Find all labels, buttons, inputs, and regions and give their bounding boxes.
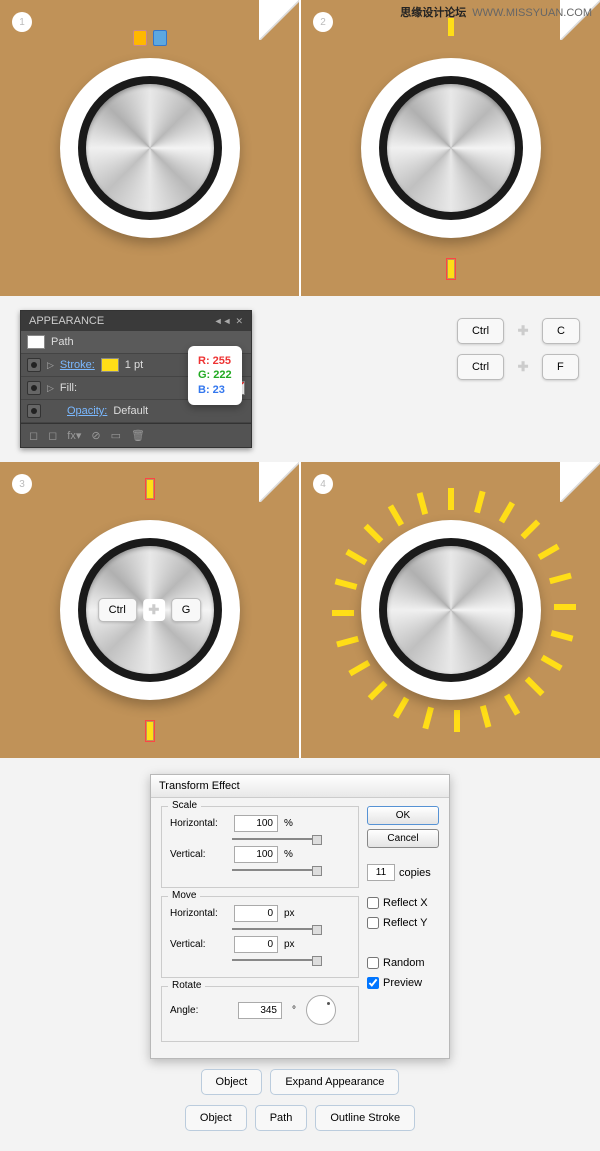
preview-checkbox[interactable]: [367, 977, 379, 989]
slider[interactable]: [232, 838, 322, 840]
move-v-input[interactable]: [234, 936, 278, 953]
step-number: 3: [12, 474, 32, 494]
clear-icon[interactable]: ⊘: [91, 429, 100, 442]
move-h-input[interactable]: [234, 905, 278, 922]
step-number: 4: [313, 474, 333, 494]
stroke-swatch[interactable]: [101, 358, 119, 372]
tick-top: [448, 18, 454, 36]
shortcut-keys: Ctrl ✚ C Ctrl ✚ F: [457, 318, 580, 390]
trash-icon[interactable]: 🗑: [131, 429, 145, 442]
envelope-icon: [153, 30, 167, 46]
angle-input[interactable]: [238, 1002, 282, 1019]
f-key[interactable]: F: [542, 354, 579, 380]
path-menu[interactable]: Path: [255, 1105, 308, 1131]
step-1: 1: [0, 0, 299, 296]
step-number: 1: [12, 12, 32, 32]
page-corner: [259, 0, 299, 40]
selection-icons: [133, 30, 167, 46]
slider[interactable]: [232, 869, 322, 871]
move-fieldset: Move Horizontal:px Vertical:px: [161, 896, 359, 978]
slider[interactable]: [232, 959, 322, 961]
tick-bottom: [448, 260, 454, 278]
scale-v-input[interactable]: [234, 846, 278, 863]
plus-icon: ✚: [512, 320, 534, 342]
expand-menu[interactable]: Expand Appearance: [270, 1069, 399, 1095]
rotate-fieldset: Rotate Angle:°: [161, 986, 359, 1042]
eye-icon[interactable]: [27, 404, 41, 418]
g-key[interactable]: G: [171, 598, 202, 622]
menu-row-2: Object Path Outline Stroke: [185, 1105, 415, 1131]
cancel-button[interactable]: Cancel: [367, 829, 439, 848]
reflect-y-checkbox[interactable]: [367, 917, 379, 929]
page-corner: [259, 462, 299, 502]
step-number: 2: [313, 12, 333, 32]
object-menu[interactable]: Object: [185, 1105, 247, 1131]
plus-icon: ✚: [143, 599, 165, 621]
dialog-title: Transform Effect: [151, 775, 449, 798]
step-grid-2: 3 Ctrl ✚ G 4: [0, 462, 600, 758]
step-3: 3 Ctrl ✚ G: [0, 462, 299, 758]
eye-icon[interactable]: [27, 358, 41, 372]
panel-footer: ◻ ◻ fx▾ ⊘ ▭ 🗑: [21, 423, 251, 447]
watermark: 思缘设计论坛WWW.MISSYUAN.COM: [400, 4, 592, 20]
bottom-section: Transform Effect Scale Horizontal:% Vert…: [0, 758, 600, 1151]
ctrl-key[interactable]: Ctrl: [98, 598, 137, 622]
ok-button[interactable]: OK: [367, 806, 439, 825]
plus-icon: ✚: [512, 356, 534, 378]
step-4: 4: [301, 462, 600, 758]
scale-fieldset: Scale Horizontal:% Vertical:%: [161, 806, 359, 888]
reflect-x-checkbox[interactable]: [367, 897, 379, 909]
copies-input[interactable]: [367, 864, 395, 881]
ctrl-key[interactable]: Ctrl: [457, 354, 504, 380]
chevron-icon[interactable]: ◄◄: [214, 316, 232, 327]
swatch-icon: [27, 335, 45, 349]
transform-dialog: Transform Effect Scale Horizontal:% Vert…: [150, 774, 450, 1059]
scale-h-input[interactable]: [234, 815, 278, 832]
step-grid: 1 2: [0, 0, 600, 296]
new-icon[interactable]: ◻: [29, 429, 38, 442]
panel-header[interactable]: APPEARANCE◄◄✕: [21, 311, 251, 331]
triangle-icon[interactable]: ▷: [47, 360, 54, 371]
slider[interactable]: [232, 928, 322, 930]
tick-bottom: [147, 722, 153, 740]
rgb-tooltip: R: 255G: 222B: 23: [188, 346, 242, 405]
eye-icon[interactable]: [27, 381, 41, 395]
page-corner: [560, 462, 600, 502]
tick-top: [147, 480, 153, 498]
dup-icon[interactable]: ◻: [48, 429, 57, 442]
step-2: 2: [301, 0, 600, 296]
menu-row-1: Object Expand Appearance: [201, 1069, 400, 1095]
triangle-icon[interactable]: ▷: [47, 383, 54, 394]
angle-dial[interactable]: [306, 995, 336, 1025]
ctrl-key[interactable]: Ctrl: [457, 318, 504, 344]
object-menu[interactable]: Object: [201, 1069, 263, 1095]
c-key[interactable]: C: [542, 318, 580, 344]
close-icon[interactable]: ✕: [235, 316, 243, 327]
fx-icon[interactable]: fx▾: [67, 429, 81, 442]
random-checkbox[interactable]: [367, 957, 379, 969]
middle-section: APPEARANCE◄◄✕ Path ▷Stroke:1 pt ▷Fill: O…: [0, 296, 600, 462]
shortcut-overlay: Ctrl ✚ G: [98, 598, 202, 622]
outline-menu[interactable]: Outline Stroke: [315, 1105, 415, 1131]
tick-icon: [133, 30, 147, 46]
doc-icon[interactable]: ▭: [111, 429, 121, 442]
